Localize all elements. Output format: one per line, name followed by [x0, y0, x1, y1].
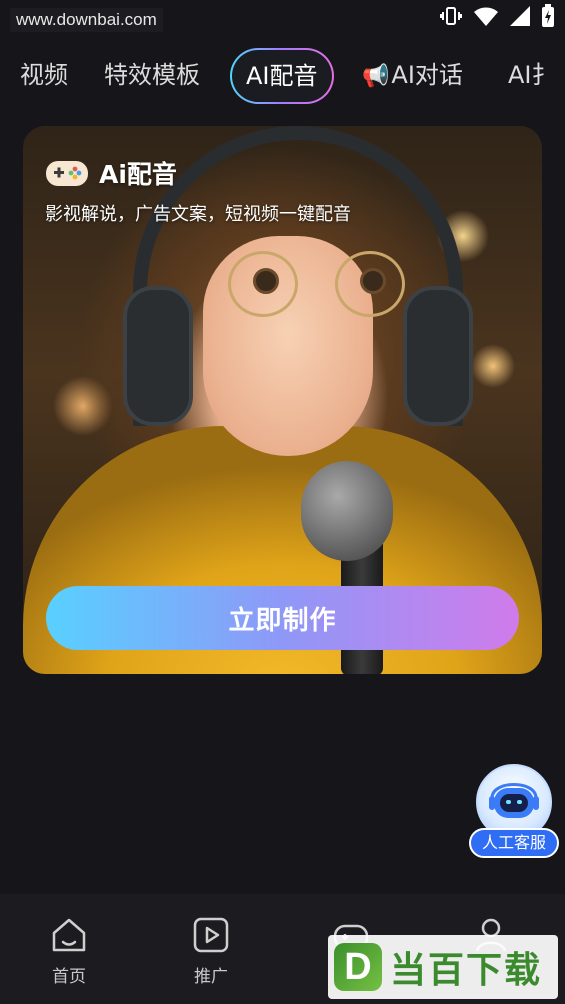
hero-illustration-headphone: [123, 286, 193, 426]
hero-illustration-glasses: [335, 251, 405, 317]
play-icon: [193, 917, 229, 953]
hero-illustration-headphone: [403, 286, 473, 426]
gamepad-icon: [46, 161, 88, 186]
hero-title-row: Ai配音: [45, 156, 177, 190]
tab-ai-chat-label: AI对话: [391, 61, 463, 89]
nav-home-label: 首页: [52, 967, 86, 987]
tab-ai-dubbing[interactable]: AI配音: [230, 48, 334, 104]
customer-service-button[interactable]: 人工客服: [469, 764, 559, 860]
brand-logo: D: [334, 943, 382, 991]
status-bar: www.downbai.com: [0, 0, 565, 36]
make-now-button[interactable]: 立即制作: [46, 586, 519, 650]
category-tabs: 视频 特效模板 AI配音 📢AI对话 AI扌: [0, 46, 565, 106]
tab-ai-chat[interactable]: 📢AI对话: [362, 46, 463, 104]
status-icons: [439, 4, 555, 32]
customer-service-label: 人工客服: [469, 828, 559, 858]
nav-promote[interactable]: 推广: [161, 894, 261, 1004]
home-icon: [52, 918, 86, 952]
vibrate-icon: [439, 4, 463, 32]
hero-illustration-mic-head: [301, 461, 393, 561]
nav-promote-label: 推广: [194, 967, 228, 987]
tab-effect-templates[interactable]: 特效模板: [104, 46, 200, 104]
hero-title: Ai配音: [99, 160, 177, 189]
nav-home[interactable]: 首页: [19, 894, 119, 1004]
wifi-icon: [473, 5, 499, 31]
watermark-url: www.downbai.com: [10, 8, 163, 32]
hero-subtitle: 影视解说，广告文案，短视频一键配音: [45, 204, 351, 225]
tab-video[interactable]: 视频: [20, 46, 68, 104]
tab-ai-more[interactable]: AI扌: [508, 46, 556, 104]
brand-watermark: D 当百下载: [328, 935, 558, 999]
hero-illustration-glasses: [228, 251, 298, 317]
brand-text: 当百下载: [390, 950, 543, 991]
megaphone-icon: 📢: [362, 64, 390, 89]
battery-icon: [541, 4, 555, 32]
signal-icon: [509, 5, 531, 31]
hero-card[interactable]: Ai配音 影视解说，广告文案，短视频一键配音 立即制作: [23, 126, 542, 674]
